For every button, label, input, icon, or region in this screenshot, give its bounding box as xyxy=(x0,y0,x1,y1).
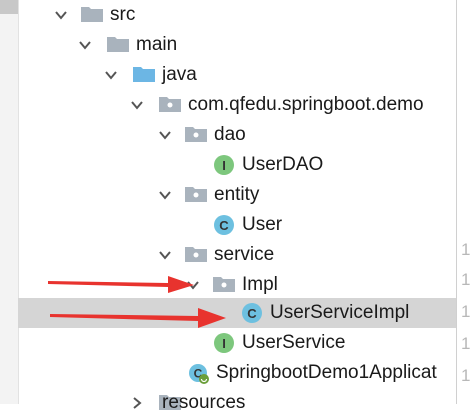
tree-label-userservice: UserService xyxy=(242,332,346,353)
tree-label-userdao: UserDAO xyxy=(242,154,324,175)
tree-label-user: User xyxy=(242,214,283,235)
tree-row-user[interactable]: C User xyxy=(18,210,456,240)
tree-row-userdao[interactable]: I UserDAO xyxy=(18,150,456,180)
chevron-down-icon[interactable] xyxy=(104,68,118,82)
tree-label-resources: resources xyxy=(162,392,246,413)
tree-label-dao: dao xyxy=(214,124,246,145)
package-icon xyxy=(184,185,208,203)
tree-row-resources[interactable]: resources xyxy=(18,388,456,418)
left-tool-strip xyxy=(0,0,19,404)
source-folder-icon xyxy=(132,65,156,83)
tree-row-src[interactable]: src xyxy=(18,0,456,30)
interface-icon: I xyxy=(214,333,234,353)
package-icon xyxy=(184,125,208,143)
tree-label-application: SpringbootDemo1Applicat xyxy=(216,362,437,383)
editor-gutter: 1 1 1 1 1 xyxy=(456,0,473,404)
annotation-arrow-userserviceimpl xyxy=(50,308,226,328)
tree-row-userservice[interactable]: I UserService xyxy=(18,328,456,358)
tree-row-application[interactable]: C SpringbootDemo1Applicat xyxy=(18,358,456,388)
line-number: 1 xyxy=(461,302,471,321)
annotation-arrow-impl xyxy=(48,276,194,293)
chevron-down-icon[interactable] xyxy=(158,188,172,202)
interface-icon: I xyxy=(214,155,234,175)
tree-label-userserviceimpl: UserServiceImpl xyxy=(270,302,410,323)
class-icon: C xyxy=(214,215,234,235)
tree-row-main[interactable]: main xyxy=(18,30,456,60)
chevron-down-icon[interactable] xyxy=(78,38,92,52)
tree-label-package: com.qfedu.springboot.demo xyxy=(188,94,424,115)
chevron-down-icon[interactable] xyxy=(158,248,172,262)
folder-icon xyxy=(106,35,130,53)
tree-row-service[interactable]: service xyxy=(18,240,456,270)
package-icon xyxy=(184,245,208,263)
line-number: 1 xyxy=(461,366,471,385)
chevron-right-icon[interactable] xyxy=(130,396,144,410)
scroll-thumb[interactable] xyxy=(0,0,18,14)
tree-row-entity[interactable]: entity xyxy=(18,180,456,210)
tree-label-main: main xyxy=(136,34,178,55)
tree-label-service: service xyxy=(214,244,275,265)
line-number: 1 xyxy=(461,270,471,289)
chevron-down-icon[interactable] xyxy=(130,98,144,112)
chevron-down-icon[interactable] xyxy=(158,128,172,142)
tree-row-dao[interactable]: dao xyxy=(18,120,456,150)
tree-label-src: src xyxy=(110,4,136,25)
tree-label-entity: entity xyxy=(214,184,260,205)
tree-label-java: java xyxy=(162,64,197,85)
folder-icon xyxy=(80,5,104,23)
line-number: 1 xyxy=(461,240,471,259)
spring-app-class-icon: C xyxy=(188,363,210,385)
tree-row-package[interactable]: com.qfedu.springboot.demo xyxy=(18,90,456,120)
tree-label-impl: Impl xyxy=(242,274,278,295)
line-number: 1 xyxy=(461,334,471,353)
class-icon: C xyxy=(242,303,262,323)
chevron-down-icon[interactable] xyxy=(54,8,68,22)
package-icon xyxy=(158,95,182,113)
package-icon xyxy=(212,275,236,293)
tree-row-java[interactable]: java xyxy=(18,60,456,90)
